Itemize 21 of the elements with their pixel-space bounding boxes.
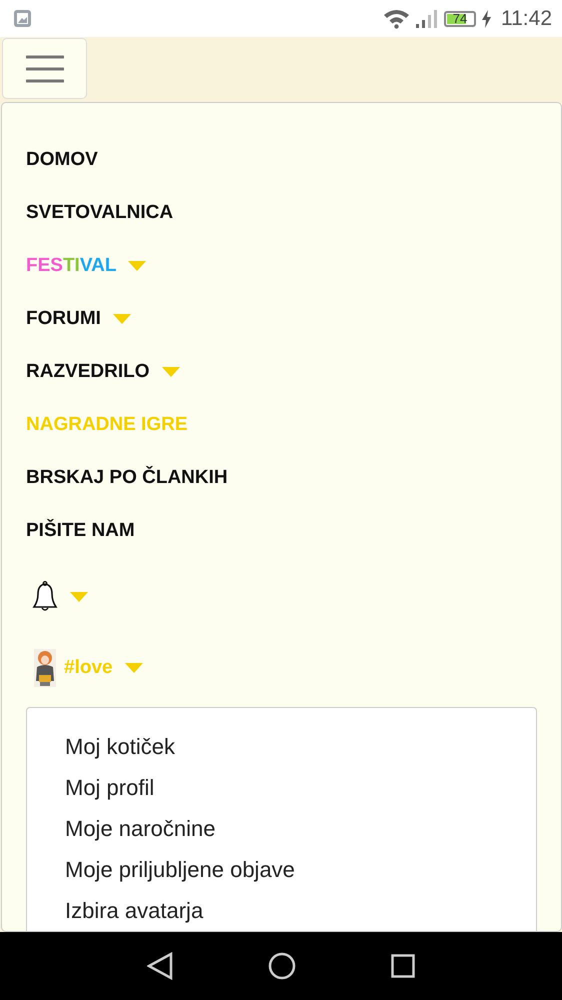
nav-link[interactable]: SVETOVALNICA (26, 202, 174, 224)
menu-item[interactable]: Moj profil (65, 767, 536, 808)
nav-link[interactable]: FORUMI (26, 308, 101, 330)
clock-time: 11:42 (501, 6, 552, 30)
menu-item[interactable]: Izbira avatarja (65, 890, 536, 931)
bell-icon[interactable] (32, 581, 58, 613)
menu-item[interactable]: Moje priljubljene objave (65, 849, 536, 890)
nav-link[interactable]: DOMOV (26, 148, 98, 170)
nav-link[interactable]: PIŠITE NAM (26, 520, 135, 542)
home-icon[interactable] (268, 952, 296, 980)
back-icon[interactable] (147, 952, 174, 980)
image-notification-icon (14, 10, 31, 27)
wifi-icon (383, 8, 410, 28)
nav-link[interactable]: RAZVEDRILO (26, 360, 150, 382)
recents-icon[interactable] (390, 954, 415, 978)
menu-item[interactable]: Moje naročnine (65, 808, 536, 849)
menu-item[interactable]: Moj kotiček (65, 726, 536, 767)
menu-button[interactable] (2, 38, 87, 99)
nav-link[interactable]: BRSKAJ PO ČLANKIH (26, 466, 228, 488)
signal-icon (416, 10, 438, 28)
menu-icon (26, 54, 64, 82)
